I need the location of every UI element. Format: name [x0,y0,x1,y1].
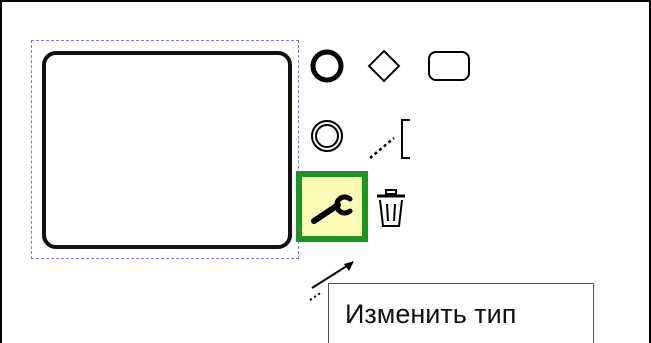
task-element[interactable] [42,51,292,249]
append-text-annotation-button[interactable] [366,116,414,162]
task-rounded-rect-icon [428,51,470,81]
gateway-diamond-icon [367,49,401,83]
delete-button[interactable] [374,188,408,230]
append-intermediate-event-button[interactable] [309,118,345,154]
change-type-button[interactable] [296,171,368,242]
append-gateway-button[interactable] [366,48,402,84]
append-end-event-button[interactable] [309,48,345,84]
intermediate-event-icon [311,120,343,152]
tooltip: Изменить тип [328,283,594,343]
wrench-icon [311,194,353,224]
text-annotation-icon [369,119,410,159]
append-task-button[interactable] [424,48,474,84]
end-event-icon [310,49,344,83]
trash-icon [377,189,405,227]
